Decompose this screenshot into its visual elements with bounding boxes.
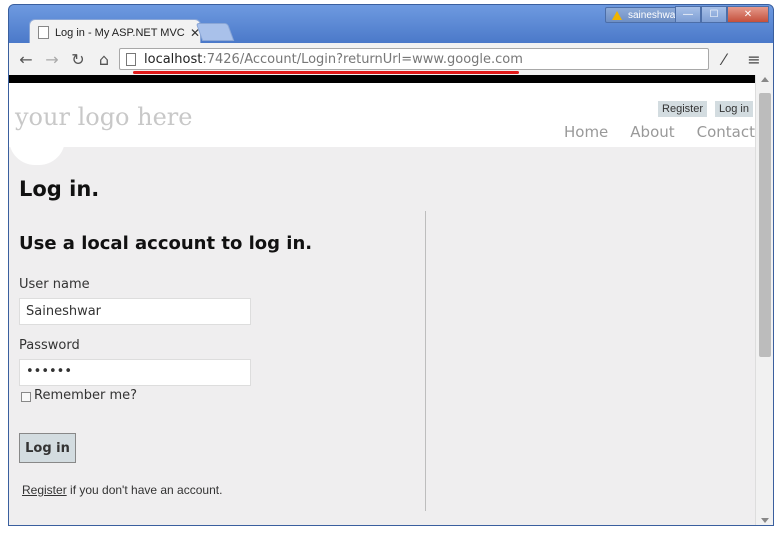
forward-icon[interactable]: → <box>41 48 63 70</box>
nav-contact[interactable]: Contact <box>697 123 755 141</box>
toolbar-right: ⁄ ≡ <box>713 48 765 70</box>
column-divider <box>425 211 426 511</box>
reload-icon[interactable]: ↻ <box>67 48 89 70</box>
home-icon[interactable]: ⌂ <box>93 48 115 70</box>
url-highlight-underline <box>133 71 519 74</box>
remember-me-label: Remember me? <box>34 388 138 403</box>
password-label: Password <box>19 338 80 353</box>
page-icon <box>126 52 136 66</box>
new-tab-button[interactable] <box>195 23 235 41</box>
main-content: Log in. Use a local account to log in. U… <box>9 147 755 525</box>
register-prompt: Register if you don't have an account. <box>22 483 222 497</box>
vertical-scrollbar[interactable] <box>755 75 773 525</box>
page-icon <box>38 26 49 39</box>
browser-toolbar: ← → ↻ ⌂ localhost:7426/Account/Login?ret… <box>9 43 773 75</box>
nav-about[interactable]: About <box>630 123 674 141</box>
scroll-up-icon[interactable] <box>761 77 769 82</box>
login-button[interactable]: Log in <box>19 433 76 463</box>
nav-home[interactable]: Home <box>564 123 608 141</box>
remember-me-checkbox[interactable] <box>21 392 31 402</box>
top-black-bar <box>9 75 755 83</box>
register-suffix: if you don't have an account. <box>66 483 223 497</box>
url-path: :7426/Account/Login?returnUrl=www.google… <box>202 51 523 67</box>
username-label: User name <box>19 277 90 292</box>
register-link[interactable]: Register <box>658 101 708 117</box>
section-title: Use a local account to log in. <box>19 233 313 254</box>
register-account-link[interactable]: Register <box>22 483 67 497</box>
menu-icon[interactable]: ≡ <box>743 48 765 70</box>
page-viewport: your logo here Register Log in Home Abou… <box>9 75 773 525</box>
account-links: Register Log in <box>658 101 753 117</box>
password-input[interactable]: •••••• <box>19 359 251 386</box>
eyedropper-icon[interactable]: ⁄ <box>713 48 735 70</box>
back-icon[interactable]: ← <box>15 48 37 70</box>
browser-tab[interactable]: Log in - My ASP.NET MVC Ap ✕ <box>29 19 201 45</box>
browser-window: Log in - My ASP.NET MVC Ap ✕ saineshwar … <box>8 4 774 526</box>
window-controls: — ☐ ✕ <box>675 6 769 23</box>
site-header: your logo here Register Log in Home Abou… <box>9 83 755 147</box>
minimize-button[interactable]: — <box>675 6 701 23</box>
username-input[interactable] <box>19 298 251 325</box>
login-link[interactable]: Log in <box>715 101 753 117</box>
tab-title: Log in - My ASP.NET MVC Ap <box>54 26 186 39</box>
profile-name: saineshwar <box>628 9 679 21</box>
url-host: localhost <box>144 51 203 67</box>
scroll-down-icon[interactable] <box>761 518 769 523</box>
page-title: Log in. <box>19 177 100 201</box>
scroll-thumb[interactable] <box>759 93 771 357</box>
site-logo[interactable]: your logo here <box>15 103 192 131</box>
title-bar: Log in - My ASP.NET MVC Ap ✕ saineshwar … <box>9 5 773 45</box>
main-nav: Home About Contact <box>564 123 755 141</box>
warning-icon <box>612 10 622 20</box>
maximize-button[interactable]: ☐ <box>701 6 727 23</box>
close-button[interactable]: ✕ <box>727 6 769 23</box>
address-bar[interactable]: localhost:7426/Account/Login?returnUrl=w… <box>119 48 709 70</box>
